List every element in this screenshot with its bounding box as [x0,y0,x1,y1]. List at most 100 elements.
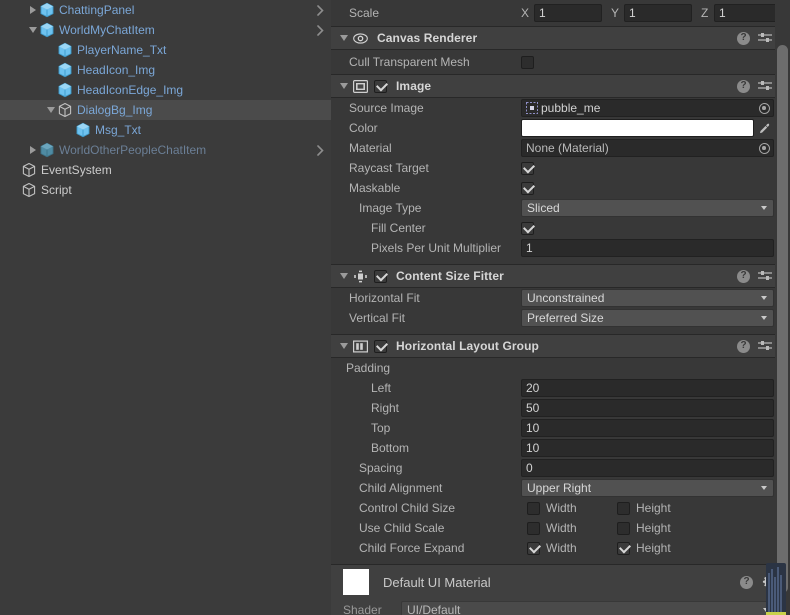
chevron-right-icon[interactable] [26,140,39,160]
content-size-fitter-header[interactable]: Content Size Fitter ? [331,265,790,287]
hierarchy-item-worldotherpeoplechatitem[interactable]: WorldOtherPeopleChatItem [0,140,331,160]
child-force-expand-width-checkbox[interactable] [527,541,540,555]
use-child-scale-height-toggle[interactable]: Height [611,521,701,535]
chevron-right-icon[interactable] [26,0,39,20]
eyedropper-icon[interactable] [754,119,774,137]
use-child-scale-width-toggle[interactable]: Width [521,521,611,535]
chevron-down-icon[interactable] [26,20,39,40]
control-child-size-width-toggle[interactable]: Width [521,501,611,515]
padding-right-input[interactable]: 50 [521,399,774,417]
hierarchy-item-headiconedge_img[interactable]: HeadIconEdge_Img [0,80,331,100]
use-child-scale-width-checkbox[interactable] [527,521,540,535]
chevron-down-icon[interactable] [337,28,350,48]
spacing-row[interactable]: Spacing 0 [331,458,790,478]
image-type-row[interactable]: Image Type Sliced [331,198,790,218]
child-force-expand-row[interactable]: Child Force Expand Width Height [331,538,790,558]
maskable-checkbox[interactable] [521,181,534,195]
padding-foldout-row[interactable]: Padding [331,358,790,378]
pixels-per-unit-input[interactable]: 1 [521,239,774,257]
padding-right-row[interactable]: Right 50 [331,398,790,418]
presets-icon[interactable] [758,270,772,283]
inspector-scrollbar-thumb[interactable] [777,45,788,593]
horizontal-layout-group-header[interactable]: Horizontal Layout Group ? [331,335,790,357]
fill-center-checkbox[interactable] [521,221,534,235]
help-icon[interactable]: ? [737,269,750,283]
vertical-fit-dropdown[interactable]: Preferred Size [521,309,774,327]
hierarchy-item-dialogbg_img[interactable]: DialogBg_Img [0,100,331,120]
color-swatch[interactable] [521,119,754,137]
hierarchy-item-eventsystem[interactable]: EventSystem [0,160,331,180]
hierarchy-item-msg_txt[interactable]: Msg_Txt [0,120,331,140]
color-field[interactable] [521,119,774,137]
use-child-scale-row[interactable]: Use Child Scale Width Height [331,518,790,538]
horizontal-layout-group-enabled-checkbox[interactable] [374,339,387,353]
hierarchy-item-chattingpanel[interactable]: ChattingPanel [0,0,331,20]
chevron-down-icon[interactable] [44,100,57,120]
padding-top-input[interactable]: 10 [521,419,774,437]
scale-x-group[interactable]: X 1 [521,4,602,22]
padding-left-row[interactable]: Left 20 [331,378,790,398]
child-alignment-row[interactable]: Child Alignment Upper Right [331,478,790,498]
padding-bottom-input[interactable]: 10 [521,439,774,457]
hierarchy-panel[interactable]: ChattingPanel WorldMyChatItem PlayerName_T… [0,0,331,615]
cull-transparent-mesh-row[interactable]: Cull Transparent Mesh [331,50,790,74]
scale-z-group[interactable]: Z 1 [701,4,782,22]
cull-transparent-mesh-checkbox[interactable] [521,55,534,69]
use-child-scale-height-checkbox[interactable] [617,521,630,535]
inspector-panel[interactable]: Scale X 1 Y 1 Z 1 Canvas Renderer ? Cull… [331,0,790,615]
chevron-down-icon[interactable] [337,266,350,286]
raycast-target-row[interactable]: Raycast Target [331,158,790,178]
presets-icon[interactable] [758,32,772,45]
open-prefab-chevron-icon[interactable] [315,20,325,40]
source-image-object-field[interactable]: pubble_me [521,99,774,117]
child-force-expand-width-toggle[interactable]: Width [521,541,611,555]
content-size-fitter-enabled-checkbox[interactable] [374,269,387,283]
horizontal-fit-dropdown[interactable]: Unconstrained [521,289,774,307]
chevron-down-icon[interactable] [337,336,350,356]
scale-y-group[interactable]: Y 1 [611,4,692,22]
control-child-size-width-checkbox[interactable] [527,501,540,515]
shader-dropdown[interactable]: UI/Default [401,601,776,615]
preview-gizmo[interactable] [766,563,786,615]
image-header[interactable]: Image ? [331,75,790,97]
image-enabled-checkbox[interactable] [374,79,387,93]
padding-left-input[interactable]: 20 [521,379,774,397]
open-prefab-chevron-icon[interactable] [315,140,325,160]
presets-icon[interactable] [758,80,772,93]
padding-top-row[interactable]: Top 10 [331,418,790,438]
chevron-down-icon[interactable] [337,76,350,96]
control-child-size-row[interactable]: Control Child Size Width Height [331,498,790,518]
scale-row[interactable]: Scale X 1 Y 1 Z 1 [331,0,790,26]
hierarchy-item-script[interactable]: Script [0,180,331,200]
help-icon[interactable]: ? [737,79,750,93]
fill-center-row[interactable]: Fill Center [331,218,790,238]
control-child-size-height-checkbox[interactable] [617,501,630,515]
color-row[interactable]: Color [331,118,790,138]
hierarchy-item-playername_txt[interactable]: PlayerName_Txt [0,40,331,60]
hierarchy-list[interactable]: ChattingPanel WorldMyChatItem PlayerName_T… [0,0,331,200]
canvas-renderer-header[interactable]: Canvas Renderer ? [331,27,790,49]
padding-bottom-row[interactable]: Bottom 10 [331,438,790,458]
object-picker-icon[interactable] [756,140,772,156]
vertical-fit-row[interactable]: Vertical Fit Preferred Size [331,308,790,328]
child-alignment-dropdown[interactable]: Upper Right [521,479,774,497]
source-image-row[interactable]: Source Image pubble_me [331,98,790,118]
open-prefab-chevron-icon[interactable] [315,0,325,20]
child-force-expand-height-toggle[interactable]: Height [611,541,701,555]
image-type-dropdown[interactable]: Sliced [521,199,774,217]
material-object-field[interactable]: None (Material) [521,139,774,157]
maskable-row[interactable]: Maskable [331,178,790,198]
pixels-per-unit-row[interactable]: Pixels Per Unit Multiplier 1 [331,238,790,258]
object-picker-icon[interactable] [756,100,772,116]
scale-x-input[interactable]: 1 [534,4,602,22]
presets-icon[interactable] [758,340,772,353]
spacing-input[interactable]: 0 [521,459,774,477]
material-preview-header[interactable]: Default UI Material ? [331,565,790,599]
hierarchy-item-headicon_img[interactable]: HeadIcon_Img [0,60,331,80]
child-force-expand-height-checkbox[interactable] [617,541,630,555]
material-shader-row[interactable]: Shader UI/Default [331,599,790,615]
inspector-scrollbar[interactable] [777,45,788,593]
scale-y-input[interactable]: 1 [624,4,692,22]
raycast-target-checkbox[interactable] [521,161,534,175]
help-icon[interactable]: ? [740,575,753,589]
